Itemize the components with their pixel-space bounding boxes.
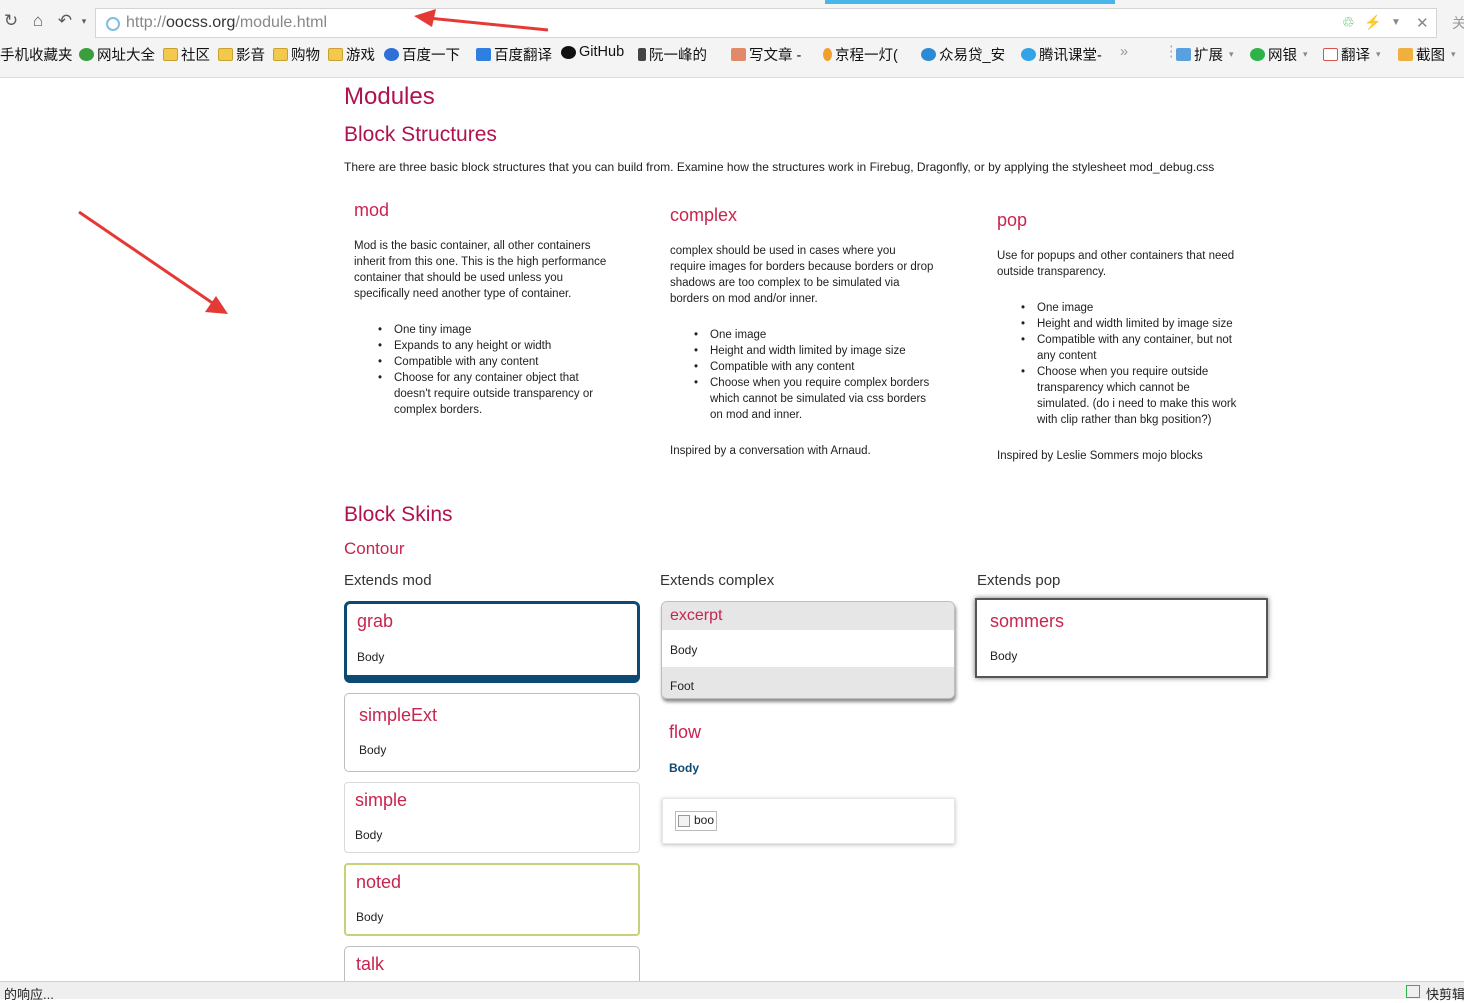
arrow-shaft (78, 210, 215, 306)
quick-clip-label[interactable]: 快剪辑 (1426, 984, 1464, 1003)
status-bar: 的响应... 快剪辑 (0, 981, 1464, 1002)
annotation-arrows (78, 9, 549, 314)
arrow-to-page (78, 210, 228, 314)
arrow-to-url (414, 9, 549, 32)
status-text: 的响应... (4, 987, 54, 1002)
quick-clip-icon[interactable] (1406, 985, 1420, 998)
arrow-head (414, 9, 436, 27)
arrow-shaft (427, 16, 549, 32)
